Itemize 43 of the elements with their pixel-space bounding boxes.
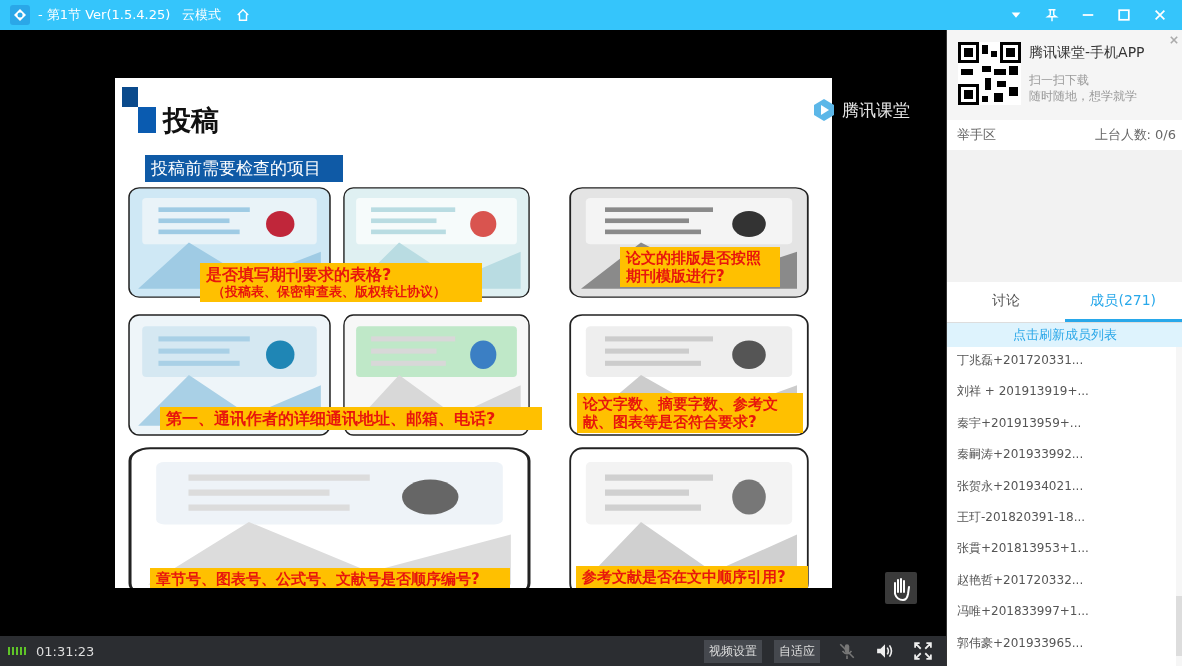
promo-text: 随时随地，想学就学 <box>1029 88 1138 104</box>
member-item[interactable]: 郭伟豪+201933965... <box>957 634 1176 666</box>
signal-icon <box>8 647 28 655</box>
app-logo-icon <box>10 5 30 25</box>
slide-heading: 投稿 <box>163 103 219 139</box>
member-item[interactable]: 秦嗣涛+201933992... <box>957 446 1176 478</box>
stage-count: 上台人数: 0/6 <box>1094 126 1176 144</box>
caption-text: 参考文献是否在文中顺序引用? <box>582 568 787 586</box>
player-button[interactable]: 自适应 <box>774 639 820 663</box>
slide-subtitle: 投稿前需要检查的项目 <box>145 155 343 182</box>
close-icon[interactable] <box>1170 36 1178 44</box>
member-item[interactable]: 刘祥 + 201913919+... <box>957 383 1176 415</box>
caption-text: 论文字数、摘要字数、参考文献、图表等是否符合要求? <box>583 395 779 431</box>
member-item[interactable]: 冯唯+201833997+1... <box>957 603 1176 635</box>
squares-icon <box>122 87 156 133</box>
maximize-icon[interactable] <box>1117 8 1131 22</box>
member-item[interactable]: 张贺永+201934021... <box>957 477 1176 510</box>
elapsed-time: 01:31:23 <box>36 643 95 659</box>
caption-text: （投稿表、保密审查表、版权转让协议） <box>211 284 447 300</box>
pin-icon[interactable] <box>1045 8 1059 22</box>
member-item[interactable]: 王玎-201820391-18... <box>957 509 1176 541</box>
caption-text: 第一、通讯作者的详细通讯地址、邮箱、电话? <box>166 409 497 429</box>
caption-text: 论文的排版是否按照期刊模版进行? <box>626 249 762 285</box>
qr-code-icon <box>958 42 1021 105</box>
speaker-icon[interactable] <box>876 642 894 660</box>
member-item[interactable]: 张貫+201813953+1... <box>957 540 1176 572</box>
hand-raise-title: 举手区 <box>957 126 996 144</box>
home-icon[interactable] <box>236 8 251 22</box>
member-item[interactable]: 秦宇+201913959+... <box>957 414 1176 447</box>
promo-text: 扫一扫下载 <box>1029 72 1090 88</box>
player-button[interactable]: 视频设置 <box>704 639 762 663</box>
raise-hand-icon[interactable] <box>885 572 917 604</box>
member-item[interactable]: 赵艳哲+201720332... <box>957 571 1176 604</box>
window-title: - 第1节 Ver(1.5.4.25) <box>38 6 171 24</box>
mode-label: 云模式 <box>182 6 222 24</box>
promo-title: 腾讯课堂-手机APP <box>1029 44 1145 62</box>
logo-text: 腾讯课堂 <box>842 99 910 122</box>
caption-text: 章节号、图表号、公式号、文献号是否顺序编号? <box>156 570 481 588</box>
mic-muted-icon[interactable] <box>838 642 856 660</box>
fullscreen-icon[interactable] <box>914 642 932 660</box>
caption-text: 是否填写期刊要求的表格? <box>206 265 393 284</box>
scrollbar-thumb[interactable] <box>1176 596 1182 656</box>
member-item[interactable]: 丁兆磊+201720331... <box>957 352 1176 384</box>
